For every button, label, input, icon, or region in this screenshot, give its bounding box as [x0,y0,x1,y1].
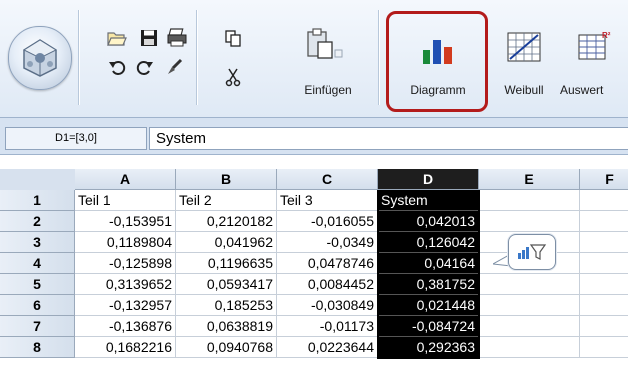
column-header-f[interactable]: F [580,169,628,190]
cell-d3[interactable]: 0,126042 [378,232,479,253]
analysis-table-icon: R² [578,31,611,60]
column-header-c[interactable]: C [277,169,378,190]
cell-content-field[interactable]: System [149,127,628,150]
cell-d2[interactable]: 0,042013 [378,211,479,232]
undo-button[interactable] [106,56,128,78]
undo-icon [109,61,126,75]
svg-text:R²: R² [602,31,611,40]
column-header-a[interactable]: A [75,169,176,190]
cell-f3[interactable] [580,232,628,253]
cell-e1[interactable] [479,190,580,211]
row-header[interactable]: 8 [0,337,75,358]
cell-b4[interactable]: 0,1196635 [176,253,277,274]
cell-d8[interactable]: 0,292363 [378,337,479,358]
cell-c5[interactable]: 0,0084452 [277,274,378,295]
floppy-disk-icon [141,30,157,46]
cell-d6[interactable]: 0,021448 [378,295,479,316]
cut-button[interactable] [222,66,244,88]
app-logo-icon [22,39,58,77]
column-header-e[interactable]: E [479,169,580,190]
save-button[interactable] [138,27,160,49]
cell-b5[interactable]: 0,0593417 [176,274,277,295]
cell-e6[interactable] [479,295,580,316]
weibull-label: Weibull [504,83,544,97]
cell-c3[interactable]: -0,0349 [277,232,378,253]
open-folder-icon [107,32,127,46]
cell-c6[interactable]: -0,030849 [277,295,378,316]
cell-b7[interactable]: 0,0638819 [176,316,277,337]
format-painter-button[interactable] [164,56,186,78]
analysis-button[interactable]: R² Auswert [558,22,628,106]
cell-b3[interactable]: 0,041962 [176,232,277,253]
cell-b1[interactable]: Teil 2 [176,190,277,211]
row-header[interactable]: 5 [0,274,75,295]
cell-d1[interactable]: System [378,190,479,211]
cell-c7[interactable]: -0,01173 [277,316,378,337]
cell-a8[interactable]: 0,1682216 [75,337,176,358]
copy-button[interactable] [222,27,244,49]
open-folder-button[interactable] [106,27,128,49]
copy-icon [225,30,241,47]
cell-a7[interactable]: -0,136876 [75,316,176,337]
cell-f5[interactable] [580,274,628,295]
cell-a4[interactable]: -0,125898 [75,253,176,274]
chart-filter-icon [518,244,547,260]
column-header-d[interactable]: D [378,169,479,190]
row-header[interactable]: 2 [0,211,75,232]
select-all-corner[interactable] [0,169,76,191]
row-header[interactable]: 6 [0,295,75,316]
cell-e5[interactable] [479,274,580,295]
print-button[interactable] [166,27,188,49]
row-header[interactable]: 1 [0,190,75,211]
cell-f6[interactable] [580,295,628,316]
cell-f7[interactable] [580,316,628,337]
paste-label: Einfügen [304,83,352,97]
formula-bar: D1=[3,0] System [0,118,628,155]
cell-a6[interactable]: -0,132957 [75,295,176,316]
cell-a1[interactable]: Teil 1 [75,190,176,211]
cell-b2[interactable]: 0,2120182 [176,211,277,232]
application-menu-button[interactable] [8,26,72,90]
cell-reference-box[interactable]: D1=[3,0] [5,127,147,150]
cell-f4[interactable] [580,253,628,274]
cell-e8[interactable] [479,337,580,358]
cell-b8[interactable]: 0,0940768 [176,337,277,358]
printer-icon [167,28,187,47]
cell-a5[interactable]: 0,3139652 [75,274,176,295]
cell-e7[interactable] [479,316,580,337]
ribbon-toolbar: Einfügen Diagramm Weibull R² Auswert [0,0,628,118]
paintbrush-icon [168,58,183,74]
paste-clipboard-icon [307,28,343,59]
row-header[interactable]: 3 [0,232,75,253]
scissors-icon [225,68,241,87]
weibull-button[interactable]: Weibull [494,22,554,106]
cell-c1[interactable]: Teil 3 [277,190,378,211]
column-header-b[interactable]: B [176,169,277,190]
analysis-label: Auswert [560,83,604,97]
cell-b6[interactable]: 0,185253 [176,295,277,316]
paste-button[interactable]: Einfügen [294,22,362,106]
cell-f1[interactable] [580,190,628,211]
chart-button-highlight [386,11,488,112]
row-header[interactable]: 7 [0,316,75,337]
quick-chart-button[interactable] [508,234,556,270]
cell-d7[interactable]: -0,084724 [378,316,479,337]
cell-c4[interactable]: 0,0478746 [277,253,378,274]
cell-d4[interactable]: 0,04164 [378,253,479,274]
cell-e2[interactable] [479,211,580,232]
cell-d5[interactable]: 0,381752 [378,274,479,295]
redo-button[interactable] [134,56,156,78]
cell-c8[interactable]: 0,0223644 [277,337,378,358]
cell-a2[interactable]: -0,153951 [75,211,176,232]
cell-f2[interactable] [580,211,628,232]
row-header[interactable]: 4 [0,253,75,274]
cell-f8[interactable] [580,337,628,358]
weibull-grid-icon [507,32,541,62]
redo-icon [136,61,153,75]
cell-a3[interactable]: 0,1189804 [75,232,176,253]
cell-c2[interactable]: -0,016055 [277,211,378,232]
